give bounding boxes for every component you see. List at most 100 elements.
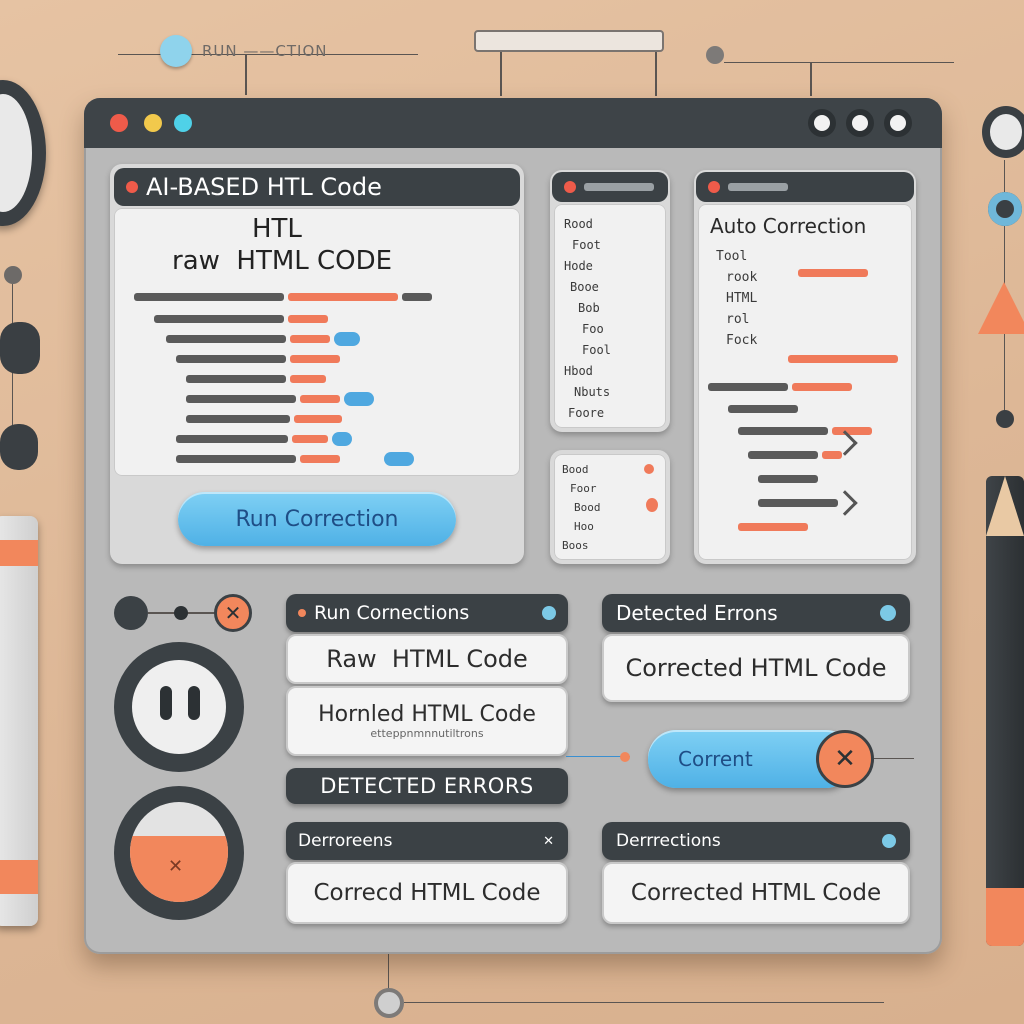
marker-band-top	[0, 540, 38, 566]
right-pencil-icon	[986, 476, 1024, 946]
detected-errors-label: Detected Errons	[616, 601, 778, 625]
middle-code-area[interactable]: Rood Foot Hode Booe Bob Foo Fool Hbod Nb…	[554, 204, 666, 428]
chevron-right-icon[interactable]	[832, 490, 858, 516]
corrected-html-button-left[interactable]: Correcd HTML Code	[286, 862, 568, 924]
auto-correction-area[interactable]: Auto Correction Tool rook HTML rol Fock	[698, 204, 912, 560]
code-heading-1: HTL	[252, 214, 302, 244]
connector-node	[620, 752, 630, 762]
small-code-panel: Bood Foor Bood Hoo Boos	[550, 450, 670, 564]
bottom-line	[404, 1002, 884, 1003]
slider-handle[interactable]	[174, 606, 188, 620]
timer-eye-right	[188, 686, 200, 720]
hornled-html-button[interactable]: Hornled HTML Code etteppnmnnutiltrons	[286, 686, 568, 756]
editor-panel-header: AI-BASED HTL Code	[114, 168, 520, 206]
code-line: Foor	[570, 482, 597, 495]
middle-code-lines: Rood Foot Hode Booe Bob Foo Fool Hbod Nb…	[564, 214, 611, 424]
code-line: Fool	[582, 343, 611, 357]
pencil-tip	[986, 476, 1024, 536]
code-line: Nbuts	[574, 385, 611, 399]
code-line	[738, 424, 872, 438]
auto-panel-header	[696, 172, 914, 202]
timer-eye-left	[160, 686, 172, 720]
hourglass-glass: ✕	[130, 802, 228, 902]
raw-html-button[interactable]: Raw HTML Code	[286, 634, 568, 684]
header-placeholder	[728, 183, 788, 191]
derrections-label: Derrrections	[616, 831, 721, 851]
auto-correction-panel: Auto Correction Tool rook HTML rol Fock	[694, 170, 916, 564]
raw-code-area[interactable]: HTL raw HTML CODE	[114, 208, 520, 476]
code-line: HTML	[726, 291, 758, 306]
help-icon[interactable]	[846, 109, 874, 137]
timer-face	[132, 660, 226, 754]
close-icon[interactable]: ✕	[543, 834, 554, 849]
right-node-icon	[988, 192, 1022, 226]
code-line	[728, 402, 798, 416]
connector-line	[874, 758, 914, 759]
maximize-window-icon[interactable]	[174, 114, 192, 132]
top-connector-drop-3	[655, 52, 657, 96]
status-dot-icon	[542, 606, 556, 620]
code-line: Booe	[570, 280, 599, 294]
code-line	[176, 352, 340, 366]
code-line	[154, 312, 328, 326]
run-corrections-button[interactable]: Run Cornections	[286, 594, 568, 632]
corrected-html-button-bottom[interactable]: Corrected HTML Code	[602, 862, 910, 924]
title-bar	[84, 98, 942, 148]
corrected-html-button-right[interactable]: Corrected HTML Code	[602, 634, 910, 702]
close-icon[interactable]: ✕	[214, 594, 252, 632]
code-line	[708, 380, 852, 394]
code-line	[758, 472, 818, 486]
hornled-html-sublabel: etteppnmnnutiltrons	[370, 727, 484, 740]
auto-code-lines: Tool rook HTML rol Fock	[716, 246, 757, 351]
small-code-area[interactable]: Bood Foor Bood Hoo Boos	[554, 454, 666, 560]
left-lock-icon	[0, 424, 38, 470]
top-connector-drop	[245, 55, 247, 95]
code-line: Bob	[578, 301, 600, 315]
code-line	[186, 412, 342, 426]
code-line	[134, 290, 432, 304]
right-dial-icon	[982, 106, 1024, 158]
editor-panel: AI-BASED HTL Code HTL raw HTML CODE Run …	[110, 164, 524, 564]
code-heading-2: raw HTML CODE	[172, 246, 393, 276]
minimize-window-icon[interactable]	[144, 114, 162, 132]
code-line	[186, 392, 374, 406]
code-line: Hode	[564, 259, 593, 273]
right-small-node	[996, 410, 1014, 428]
settings-icon[interactable]	[808, 109, 836, 137]
error-marker-icon	[644, 464, 654, 474]
slider-start-knob[interactable]	[114, 596, 148, 630]
code-line	[176, 432, 352, 446]
detected-errors-banner[interactable]: DETECTED ERRORS	[286, 768, 568, 804]
detected-errors-tab[interactable]: Detected Errons	[602, 594, 910, 632]
error-marker-icon	[646, 498, 658, 512]
app-window: AI-BASED HTL Code HTL raw HTML CODE Run …	[84, 98, 942, 954]
top-grey-node	[706, 46, 724, 64]
top-connector-drop-4	[810, 62, 812, 96]
code-line	[758, 496, 838, 510]
code-line: Rood	[564, 217, 593, 231]
editor-panel-title: AI-BASED HTL Code	[146, 173, 382, 201]
right-warning-icon	[978, 282, 1024, 334]
code-line: Tool	[716, 249, 748, 264]
correct-button-label: Corrent	[678, 747, 753, 771]
left-shield-icon	[0, 322, 40, 374]
code-line	[186, 372, 326, 386]
run-correction-button[interactable]: Run Correction	[178, 492, 456, 546]
derroreens-button[interactable]: Derroreens ✕	[286, 822, 568, 860]
code-line: Fock	[726, 333, 758, 348]
middle-panel-header	[552, 172, 668, 202]
top-connector-drop-2	[500, 52, 502, 96]
status-dot-icon	[882, 834, 896, 848]
top-blue-node	[160, 35, 192, 67]
small-code-lines: Bood Foor Bood Hoo Boos	[562, 460, 601, 555]
top-label: RUN ——CTION	[202, 42, 328, 60]
user-icon[interactable]	[884, 109, 912, 137]
middle-code-panel: Rood Foot Hode Booe Bob Foo Fool Hbod Nb…	[550, 170, 670, 432]
cancel-icon[interactable]: ✕	[816, 730, 874, 788]
close-window-icon[interactable]	[110, 114, 128, 132]
code-line: Foore	[568, 406, 605, 420]
code-line	[176, 452, 414, 466]
bottom-node-icon	[374, 988, 404, 1018]
derrections-button[interactable]: Derrrections	[602, 822, 910, 860]
code-line	[758, 352, 898, 366]
